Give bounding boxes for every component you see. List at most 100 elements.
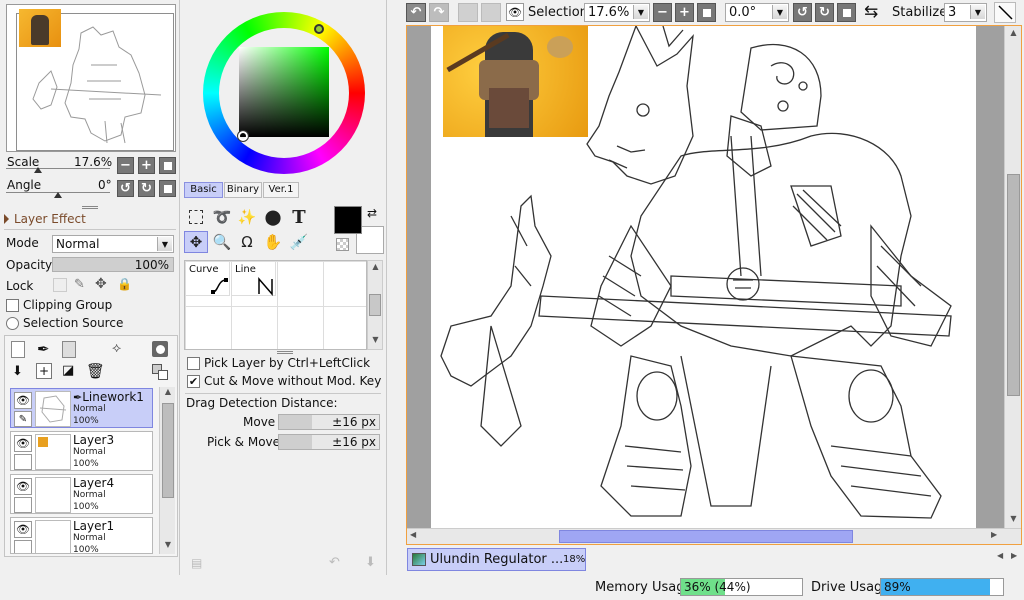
delete-layer-button[interactable]: 🗑 bbox=[86, 362, 105, 380]
eyedropper-tool[interactable]: 💉 bbox=[287, 231, 311, 253]
layer-item-layer1[interactable]: 👁 Layer1 Normal 100% bbox=[10, 517, 153, 554]
layer-effect-header[interactable]: Layer Effect bbox=[4, 212, 174, 228]
layer-lock-slot[interactable] bbox=[14, 497, 32, 513]
panel-splitter[interactable] bbox=[82, 206, 98, 209]
lock-move-button[interactable]: ✥ bbox=[95, 276, 107, 292]
lasso-tool[interactable]: ➰ bbox=[210, 206, 234, 228]
layer-item-linework1[interactable]: 👁 ✎ ✒Linework1 Normal 100% bbox=[10, 388, 153, 428]
navigator-preview[interactable] bbox=[6, 4, 176, 152]
scroll-left-button[interactable]: ◀ bbox=[410, 530, 416, 539]
zoom-in-button[interactable]: + bbox=[138, 157, 155, 174]
rotate-right-button[interactable]: ↻ bbox=[138, 180, 155, 197]
scroll-right-button[interactable]: ▶ bbox=[991, 530, 997, 539]
clipping-group-checkbox[interactable]: Clipping Group bbox=[6, 298, 112, 312]
scroll-thumb[interactable] bbox=[559, 530, 853, 543]
redo-button[interactable]: ↷ bbox=[429, 3, 449, 22]
zoom-tool[interactable]: 🔍 bbox=[210, 231, 234, 253]
text-tool[interactable]: T bbox=[287, 206, 311, 228]
line-tool-slot[interactable]: Line bbox=[231, 261, 276, 296]
lock-all-button[interactable]: 🔒 bbox=[117, 277, 132, 291]
transfer-down-button[interactable]: ⬇ bbox=[12, 364, 23, 379]
undo-small-icon[interactable]: ↶ bbox=[329, 555, 340, 570]
scroll-down-button[interactable]: ▼ bbox=[369, 335, 382, 344]
sv-handle[interactable] bbox=[237, 130, 249, 142]
foreground-color-swatch[interactable] bbox=[334, 206, 362, 234]
new-layer-button[interactable] bbox=[11, 341, 25, 358]
lock-transparency-button[interactable] bbox=[53, 278, 67, 292]
opacity-slider[interactable]: 100% bbox=[52, 257, 174, 272]
canvas-horizontal-scrollbar[interactable]: ◀ ▶ bbox=[407, 528, 1021, 544]
clear-layer-button[interactable]: ◪ bbox=[62, 363, 74, 378]
scroll-up-button[interactable]: ▲ bbox=[369, 262, 382, 271]
shape-tool[interactable]: ⬤ bbox=[261, 206, 285, 228]
new-layer-folder-button[interactable] bbox=[62, 341, 76, 358]
transparent-color-button[interactable] bbox=[336, 238, 349, 251]
eye-icon[interactable]: 👁 bbox=[14, 435, 32, 452]
layer-lock-slot[interactable] bbox=[14, 454, 32, 470]
color-sv-square[interactable] bbox=[239, 47, 329, 137]
canvas-vertical-scrollbar[interactable]: ▲ ▼ bbox=[1004, 26, 1021, 528]
rotate-tool[interactable]: Ω bbox=[235, 231, 259, 253]
layer-item-layer4[interactable]: 👁 Layer4 Normal 100% bbox=[10, 474, 153, 514]
hue-handle[interactable] bbox=[314, 24, 324, 34]
pen-icon[interactable]: ✎ bbox=[14, 411, 32, 427]
panel-splitter[interactable] bbox=[277, 351, 293, 354]
apply-mask-button[interactable] bbox=[152, 364, 170, 380]
stabilizer-select[interactable]: 3 ▼ bbox=[944, 3, 987, 22]
lock-paint-button[interactable]: ✎ bbox=[74, 277, 85, 292]
angle-select[interactable]: 0.0° ▼ bbox=[725, 3, 789, 22]
tab-basic[interactable]: Basic bbox=[184, 182, 223, 198]
brush-scrollbar[interactable]: ▲ ▼ bbox=[367, 260, 383, 350]
tab-scroll-right-button[interactable]: ▶ bbox=[1011, 551, 1017, 560]
save-small-icon[interactable]: ⬇ bbox=[365, 555, 376, 570]
flip-horizontal-button[interactable]: ⇆ bbox=[864, 2, 878, 22]
invert-selection-button[interactable] bbox=[481, 3, 501, 22]
blend-mode-select[interactable]: Normal ▼ bbox=[52, 235, 174, 253]
layer-mask-button[interactable] bbox=[152, 341, 168, 357]
toolbar-rotate-right-button[interactable]: ↻ bbox=[815, 3, 834, 22]
scroll-up-button[interactable]: ▲ bbox=[1007, 28, 1020, 37]
zoom-select[interactable]: 17.6% ▼ bbox=[584, 3, 650, 22]
curve-tool-slot[interactable]: Curve bbox=[185, 261, 230, 296]
move-tool[interactable]: ✥ bbox=[184, 231, 208, 253]
scroll-thumb[interactable] bbox=[369, 294, 381, 316]
cut-move-checkbox[interactable]: ✔ Cut & Move without Mod. Key bbox=[187, 374, 381, 388]
zoom-reset-button[interactable] bbox=[159, 157, 176, 174]
tab-scroll-left-button[interactable]: ◀ bbox=[997, 551, 1003, 560]
angle-slider-thumb[interactable] bbox=[54, 192, 62, 198]
layer-scrollbar[interactable]: ▲ ▼ bbox=[159, 387, 175, 554]
layer-item-layer3[interactable]: 👁 Layer3 Normal 100% bbox=[10, 431, 153, 471]
tab-ver1[interactable]: Ver.1 bbox=[263, 182, 299, 198]
pick-move-slider[interactable]: ±16 px bbox=[278, 434, 380, 450]
zoom-out-button[interactable]: − bbox=[117, 157, 134, 174]
swap-colors-icon[interactable]: ⇄ bbox=[367, 206, 377, 220]
rotate-left-button[interactable]: ↺ bbox=[117, 180, 134, 197]
scroll-down-button[interactable]: ▼ bbox=[161, 540, 175, 553]
layer-options-button[interactable]: ⟡ bbox=[112, 340, 121, 356]
scroll-down-button[interactable]: ▼ bbox=[1007, 514, 1020, 523]
toolbar-zoom-reset-button[interactable] bbox=[697, 3, 716, 22]
move-distance-slider[interactable]: ±16 px bbox=[278, 414, 380, 430]
new-linework-layer-button[interactable]: ✒ bbox=[37, 340, 50, 358]
scroll-up-button[interactable]: ▲ bbox=[161, 387, 175, 400]
merge-down-button[interactable]: + bbox=[36, 363, 52, 379]
undo-button[interactable]: ↶ bbox=[406, 3, 426, 22]
toolbar-zoom-in-button[interactable]: + bbox=[675, 3, 694, 22]
selection-visibility-toggle[interactable]: 👁 Selection bbox=[506, 3, 588, 21]
eye-icon[interactable]: 👁 bbox=[14, 392, 32, 409]
toolbar-rotate-left-button[interactable]: ↺ bbox=[793, 3, 812, 22]
layer-lock-slot[interactable] bbox=[14, 540, 32, 553]
scale-slider-thumb[interactable] bbox=[34, 167, 42, 173]
toolbar-rotate-reset-button[interactable] bbox=[837, 3, 856, 22]
eye-icon[interactable]: 👁 bbox=[14, 478, 32, 495]
hand-tool[interactable]: ✋ bbox=[261, 231, 285, 253]
line-stroke-button[interactable] bbox=[994, 2, 1016, 23]
scale-slider[interactable] bbox=[6, 168, 110, 174]
tab-binary[interactable]: Binary bbox=[224, 182, 262, 198]
magic-wand-tool[interactable]: ✨ bbox=[235, 206, 259, 228]
selection-source-radio[interactable]: Selection Source bbox=[6, 316, 123, 330]
scroll-thumb[interactable] bbox=[1007, 174, 1020, 396]
pick-layer-checkbox[interactable]: Pick Layer by Ctrl+LeftClick bbox=[187, 356, 370, 370]
eye-icon[interactable]: 👁 bbox=[14, 521, 32, 538]
scroll-thumb[interactable] bbox=[162, 403, 174, 498]
